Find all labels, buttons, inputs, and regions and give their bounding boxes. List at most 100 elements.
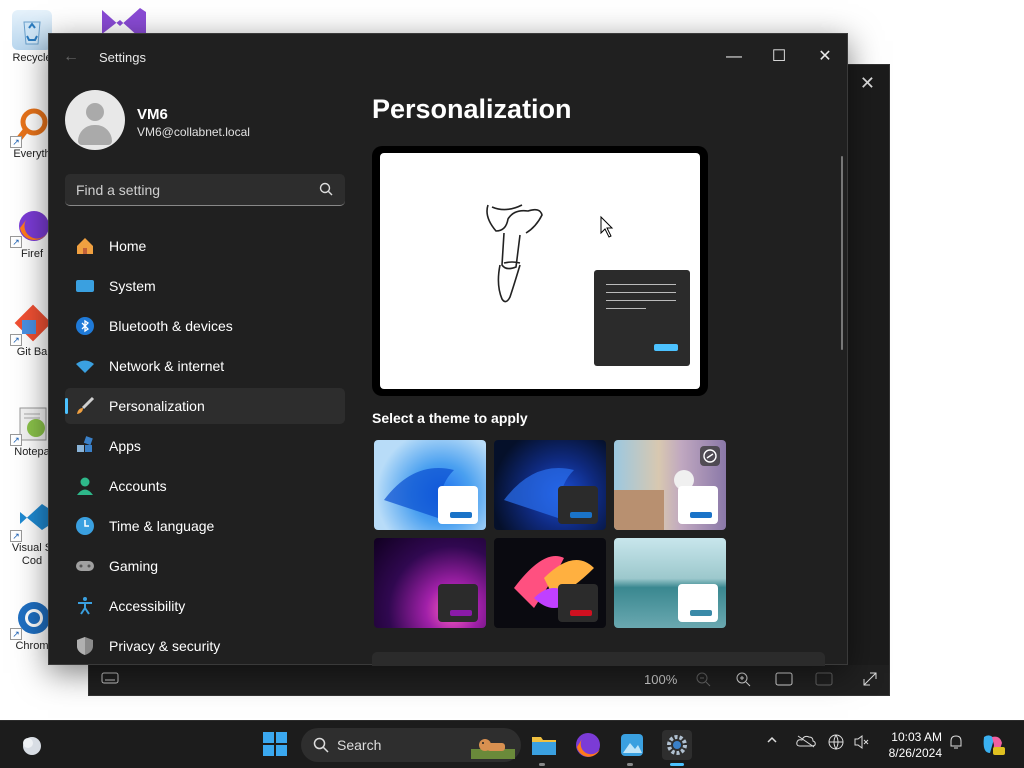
taskbar-search[interactable]: Search bbox=[301, 728, 521, 762]
sidebar-item-label: Personalization bbox=[109, 398, 205, 414]
notification-bell-icon[interactable] bbox=[948, 734, 964, 753]
avatar[interactable] bbox=[65, 90, 125, 150]
preview-line bbox=[606, 284, 676, 285]
shortcut-arrow-icon: ↗ bbox=[10, 334, 22, 346]
keyboard-icon[interactable] bbox=[101, 671, 119, 688]
sidebar-item-time-language[interactable]: Time & language bbox=[65, 508, 345, 544]
shield-icon bbox=[75, 636, 95, 656]
minimize-button[interactable]: — bbox=[719, 42, 749, 72]
find-setting-input[interactable]: Find a setting bbox=[65, 174, 345, 206]
sidebar-item-gaming[interactable]: Gaming bbox=[65, 548, 345, 584]
theme-accent-bar bbox=[690, 512, 712, 518]
sidebar-item-label: Accessibility bbox=[109, 598, 186, 614]
sidebar-item-label: Bluetooth & devices bbox=[109, 318, 233, 334]
sidebar-item-apps[interactable]: Apps bbox=[65, 428, 345, 464]
apps-icon bbox=[75, 436, 95, 456]
theme-accent-bar bbox=[450, 512, 472, 518]
file-explorer-icon[interactable] bbox=[530, 731, 558, 759]
fullscreen-icon[interactable] bbox=[861, 670, 879, 691]
shortcut-arrow-icon: ↗ bbox=[10, 530, 22, 542]
avatar-body bbox=[78, 125, 112, 145]
chevron-up-icon[interactable] bbox=[766, 734, 778, 749]
sidebar-item-personalization[interactable]: Personalization bbox=[65, 388, 345, 424]
zoom-out-icon[interactable] bbox=[695, 671, 711, 690]
clock-date: 8/26/2024 bbox=[888, 746, 942, 760]
running-indicator bbox=[670, 763, 684, 766]
back-arrow-icon[interactable]: ← bbox=[63, 48, 79, 66]
close-icon[interactable]: ✕ bbox=[860, 73, 875, 94]
title-bar: ← Settings — ☐ ✕ bbox=[49, 34, 847, 82]
accessibility-icon bbox=[75, 596, 95, 616]
wifi-icon bbox=[75, 356, 95, 376]
user-email: VM6@collabnet.local bbox=[137, 125, 250, 139]
brush-icon bbox=[75, 396, 95, 416]
onedrive-icon[interactable] bbox=[796, 734, 816, 751]
sidebar-item-label: Home bbox=[109, 238, 147, 254]
clock[interactable]: 10:03 AM 8/26/2024 bbox=[889, 729, 942, 761]
sidebar-item-label: System bbox=[109, 278, 156, 294]
sidebar-item-network[interactable]: Network & internet bbox=[65, 348, 345, 384]
theme-preview bbox=[372, 146, 708, 396]
shortcut-arrow-icon: ↗ bbox=[10, 434, 22, 446]
theme-glow[interactable] bbox=[374, 538, 486, 628]
sidebar-item-accounts[interactable]: Accounts bbox=[65, 468, 345, 504]
page-title: Personalization bbox=[372, 94, 572, 124]
recycle-bin-icon bbox=[12, 10, 52, 50]
home-icon bbox=[75, 236, 95, 256]
theme-sample-window bbox=[438, 584, 478, 622]
preview-line bbox=[606, 300, 676, 301]
sidebar-item-system[interactable]: System bbox=[65, 268, 345, 304]
avatar-head bbox=[86, 103, 104, 121]
bluetooth-icon bbox=[75, 316, 95, 336]
settings-window: ← Settings — ☐ ✕ VM6 VM6@collabnet.local… bbox=[48, 33, 848, 666]
close-button[interactable]: ✕ bbox=[810, 42, 840, 72]
zoom-in-icon[interactable] bbox=[735, 671, 751, 690]
theme-windows-dark[interactable] bbox=[494, 440, 606, 530]
sidebar-item-label: Network & internet bbox=[109, 358, 225, 374]
window-title: Settings bbox=[99, 50, 146, 65]
preview-line bbox=[606, 292, 676, 293]
sidebar-item-accessibility[interactable]: Accessibility bbox=[65, 588, 345, 624]
sidebar-item-label: Time & language bbox=[109, 518, 215, 534]
taskbar: Search 10:03 AM 8/26/2024 bbox=[0, 720, 1024, 768]
theme-accent-bar bbox=[570, 512, 592, 518]
copilot-icon[interactable] bbox=[980, 733, 1008, 761]
settings-taskbar-icon[interactable] bbox=[662, 730, 692, 760]
clock-time: 10:03 AM bbox=[891, 730, 942, 744]
firefox-icon: ↗ bbox=[10, 206, 52, 248]
theme-windows-light[interactable] bbox=[374, 440, 486, 530]
theme-captured-motion[interactable] bbox=[494, 538, 606, 628]
actual-size-icon[interactable] bbox=[815, 671, 833, 690]
theme-sample-window bbox=[438, 486, 478, 524]
vscode-icon: ↗ bbox=[10, 500, 52, 542]
search-label: Search bbox=[337, 737, 382, 753]
theme-sample-window bbox=[558, 584, 598, 622]
sidebar-item-home[interactable]: Home bbox=[65, 228, 345, 264]
theme-flow[interactable] bbox=[614, 538, 726, 628]
network-globe-icon[interactable] bbox=[828, 734, 844, 753]
sidebar-item-privacy[interactable]: Privacy & security bbox=[65, 628, 345, 664]
sidebar-item-label: Privacy & security bbox=[109, 638, 221, 654]
photos-icon[interactable] bbox=[618, 731, 646, 759]
gamepad-icon bbox=[75, 556, 95, 576]
running-indicator bbox=[627, 763, 633, 766]
start-button[interactable] bbox=[262, 731, 290, 759]
maximize-button[interactable]: ☐ bbox=[764, 42, 794, 72]
theme-spotlight[interactable] bbox=[614, 440, 726, 530]
next-section-card[interactable] bbox=[372, 652, 825, 666]
preview-desktop bbox=[380, 153, 700, 389]
theme-accent-bar bbox=[450, 610, 472, 616]
scrollbar[interactable] bbox=[841, 156, 843, 350]
system-icon bbox=[75, 276, 95, 296]
firefox-icon[interactable] bbox=[574, 731, 602, 759]
user-name: VM6 bbox=[137, 106, 168, 123]
theme-accent-bar bbox=[570, 610, 592, 616]
running-indicator bbox=[539, 763, 545, 766]
fit-screen-icon[interactable] bbox=[775, 671, 793, 690]
shortcut-arrow-icon: ↗ bbox=[10, 236, 22, 248]
sidebar-item-label: Apps bbox=[109, 438, 141, 454]
sidebar-item-bluetooth[interactable]: Bluetooth & devices bbox=[65, 308, 345, 344]
chrome-icon: ↗ bbox=[10, 598, 52, 640]
volume-muted-icon[interactable] bbox=[854, 734, 870, 753]
weather-icon[interactable] bbox=[18, 731, 46, 759]
